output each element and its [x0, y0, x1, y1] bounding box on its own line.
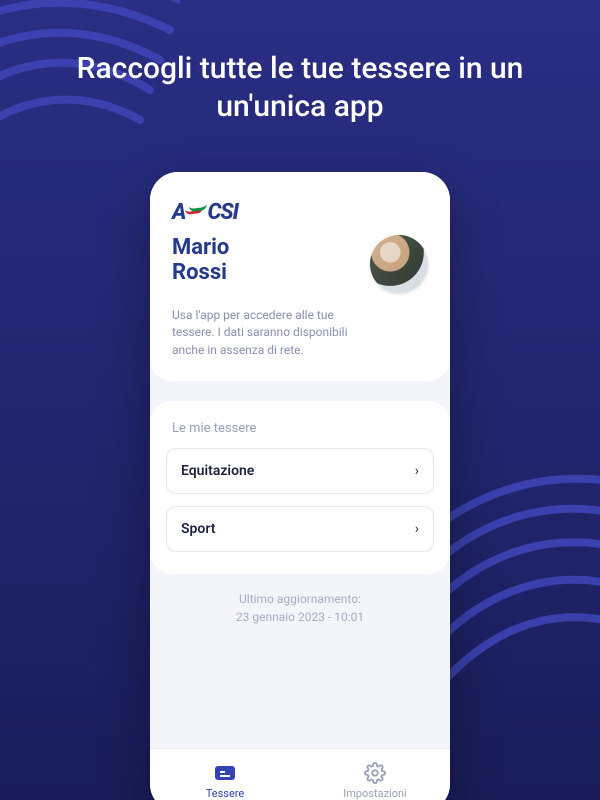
tessere-section-title: Le mie tessere [172, 421, 428, 436]
bottom-nav: Tessere Impostazioni [150, 748, 450, 800]
nav-tessere[interactable]: Tessere [150, 749, 300, 800]
chevron-right-icon: › [415, 521, 419, 537]
nav-impostazioni[interactable]: Impostazioni [300, 749, 450, 800]
tessere-section: Le mie tessere Equitazione › Sport › [150, 401, 450, 574]
logo-swoosh-green-icon [189, 203, 208, 211]
page-headline: Raccogli tutte le tue tessere in un un'u… [0, 0, 600, 155]
last-update-label: Ultimo aggiornamento: [150, 590, 450, 608]
user-name: Mario Rossi [172, 235, 229, 286]
profile-hint-text: Usa l'app per accedere alle tue tessere.… [172, 307, 372, 359]
last-update-value: 23 gennaio 2023 - 10:01 [150, 608, 450, 626]
avatar[interactable] [370, 235, 428, 293]
last-update: Ultimo aggiornamento: 23 gennaio 2023 - … [150, 590, 450, 626]
brand-logo-text: A [172, 200, 185, 225]
phone-mockup: A CSI Mario Rossi Usa l'app per accedere… [150, 172, 450, 800]
profile-card: A CSI Mario Rossi Usa l'app per accedere… [150, 172, 450, 381]
tessera-item-equitazione[interactable]: Equitazione › [166, 448, 434, 494]
nav-impostazioni-label: Impostazioni [343, 787, 407, 800]
tessera-item-sport[interactable]: Sport › [166, 506, 434, 552]
brand-logo-text-tail: CSI [207, 200, 238, 225]
nav-tessere-label: Tessere [206, 787, 245, 800]
brand-logo: A CSI [172, 200, 428, 225]
tessera-label: Equitazione [181, 463, 254, 479]
gear-icon [364, 762, 386, 784]
chevron-right-icon: › [415, 463, 419, 479]
card-icon [214, 762, 236, 784]
user-first-name: Mario [172, 235, 229, 260]
user-last-name: Rossi [172, 260, 229, 285]
tessera-label: Sport [181, 521, 215, 537]
